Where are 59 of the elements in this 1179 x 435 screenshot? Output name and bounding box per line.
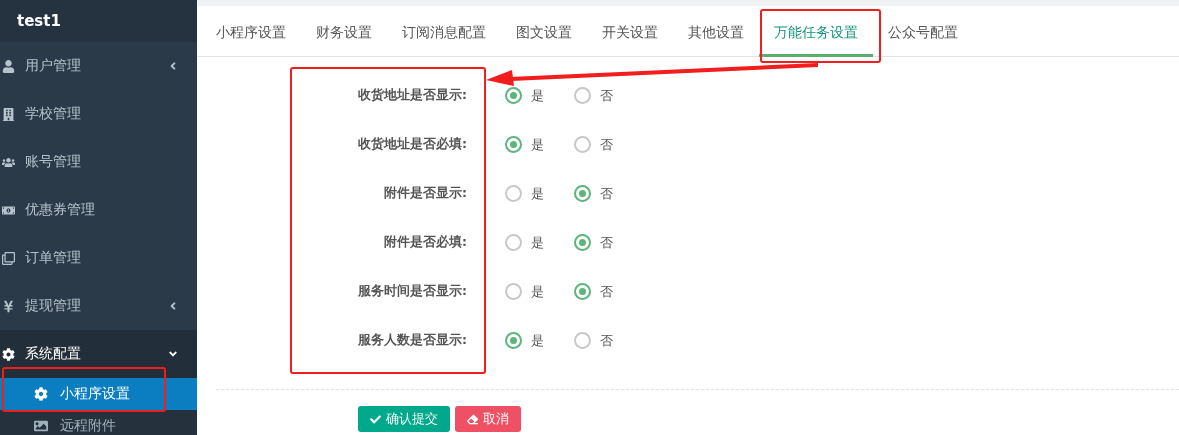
tab[interactable]: 财务设置 <box>301 12 387 57</box>
tab[interactable]: 公众号配置 <box>873 12 973 57</box>
radio-button[interactable] <box>574 234 591 251</box>
field-label: 附件是否显示: <box>383 185 467 202</box>
radio-button[interactable] <box>505 87 522 104</box>
field-label: 收货地址是否必填: <box>357 136 467 153</box>
tab[interactable]: 订阅消息配置 <box>387 12 501 57</box>
radio-button[interactable] <box>505 234 522 251</box>
option-label: 是 <box>531 331 544 350</box>
submenu-item[interactable]: 小程序设置 <box>0 378 197 410</box>
option-label: 是 <box>531 135 544 154</box>
field-label: 附件是否必填: <box>383 234 467 251</box>
gear-icon <box>34 387 48 401</box>
option-label: 是 <box>531 282 544 301</box>
option-label: 否 <box>600 331 613 350</box>
sidebar-item[interactable]: 订单管理 <box>0 234 197 282</box>
cancel-button[interactable]: 取消 <box>455 406 521 432</box>
radio-button[interactable] <box>505 283 522 300</box>
radio-button[interactable] <box>574 136 591 153</box>
radio-button[interactable] <box>505 185 522 202</box>
option-label: 否 <box>600 233 613 252</box>
users-icon <box>2 155 15 169</box>
option-label: 是 <box>531 184 544 203</box>
check-icon <box>370 413 381 425</box>
building-icon <box>2 107 15 121</box>
radio-button[interactable] <box>574 87 591 104</box>
radio-button[interactable] <box>505 332 522 349</box>
option-label: 是 <box>531 86 544 105</box>
sidebar-item[interactable]: 用户管理 <box>0 42 197 90</box>
submenu-item[interactable]: 远程附件 <box>0 410 197 435</box>
radio-button[interactable] <box>574 332 591 349</box>
radio-button[interactable] <box>574 185 591 202</box>
radio-button[interactable] <box>574 283 591 300</box>
brand-name: test1 <box>17 12 61 30</box>
option-label: 是 <box>531 233 544 252</box>
yen-icon <box>2 299 15 313</box>
field-label: 收货地址是否显示: <box>357 87 467 104</box>
sidebar-item[interactable]: 系统配置 <box>0 330 197 378</box>
tab[interactable]: 图文设置 <box>501 12 587 57</box>
tab[interactable]: 万能任务设置 <box>759 12 873 57</box>
tab[interactable]: 开关设置 <box>587 12 673 57</box>
image-icon <box>34 419 48 433</box>
option-label: 否 <box>600 184 613 203</box>
tab[interactable]: 小程序设置 <box>201 12 301 57</box>
tab[interactable]: 其他设置 <box>673 12 759 57</box>
option-label: 否 <box>600 135 613 154</box>
copy-icon <box>2 251 15 265</box>
sidebar-item[interactable]: 账号管理 <box>0 138 197 186</box>
user-icon <box>2 59 15 73</box>
radio-button[interactable] <box>505 136 522 153</box>
gear-icon <box>2 347 15 361</box>
sidebar-item[interactable]: 学校管理 <box>0 90 197 138</box>
sidebar-item[interactable]: 优惠券管理 <box>0 186 197 234</box>
sidebar-item[interactable]: 提现管理 <box>0 282 197 330</box>
field-label: 服务人数是否显示: <box>357 332 467 349</box>
option-label: 否 <box>600 282 613 301</box>
option-label: 否 <box>600 86 613 105</box>
field-label: 服务时间是否显示: <box>357 283 467 300</box>
eraser-icon <box>467 413 478 425</box>
